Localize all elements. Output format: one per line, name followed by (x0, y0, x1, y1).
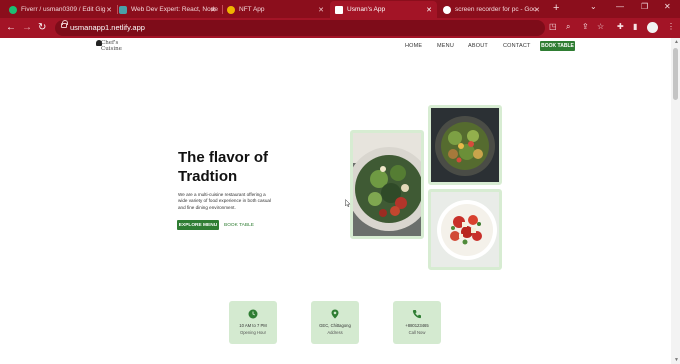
nav-book-table-button[interactable]: BOOK TABLE (540, 41, 575, 51)
nft-favicon-icon (227, 5, 235, 14)
hero-title-line-2: Tradtion (178, 168, 238, 185)
cast-icon[interactable]: ◳ (549, 22, 557, 31)
forward-icon[interactable]: → (22, 21, 32, 35)
close-tab-icon[interactable]: ✕ (534, 6, 540, 14)
close-tab-icon[interactable]: ✕ (318, 6, 324, 14)
new-tab-button[interactable]: + (553, 2, 559, 14)
tab-title: Usman's App (347, 6, 386, 13)
back-icon[interactable]: ← (6, 21, 16, 35)
minimize-icon[interactable]: — (616, 2, 624, 11)
salad-plate-image (350, 130, 424, 239)
address-bar[interactable]: usmanapp1.netlify.app (55, 20, 545, 36)
extensions-puzzle-icon[interactable]: ✚ (617, 22, 624, 31)
reload-icon[interactable]: ↻ (38, 21, 46, 35)
close-window-icon[interactable]: ✕ (664, 2, 671, 11)
tab-title: Fiverr / usman0309 / Edit Gig (21, 6, 106, 13)
web-dev-favicon-icon (119, 5, 127, 14)
logo-line-2: Cuisine (101, 46, 122, 52)
tab-nft-app[interactable]: NFT App ✕ (222, 1, 329, 18)
maximize-icon[interactable]: ❐ (641, 2, 648, 11)
opening-hours-value: 10 AM to 7 PM (239, 323, 267, 328)
tab-screen-recorder[interactable]: screen recorder for pc - Goo ✕ (438, 1, 545, 18)
bookmark-star-icon[interactable]: ☆ (597, 22, 604, 31)
tab-title: screen recorder for pc - Goo (455, 6, 537, 13)
url-text[interactable]: usmanapp1.netlify.app (70, 23, 145, 32)
clock-icon (248, 309, 258, 319)
address-value: GEC, Chittagong (319, 323, 351, 328)
site-logo[interactable]: Chef's Cuisine (96, 40, 130, 54)
page-scrollbar[interactable]: ▲ ▼ (671, 38, 680, 364)
profile-avatar[interactable] (647, 22, 658, 33)
nav-about[interactable]: ABOUT (468, 43, 488, 49)
explore-menu-button[interactable]: EXPLORE MENU (177, 220, 219, 230)
salad-bowl-image (428, 105, 502, 185)
scroll-up-icon[interactable]: ▲ (674, 39, 679, 45)
web-page: Chef's Cuisine HOME MENU ABOUT CONTACT B… (0, 38, 680, 364)
browser-tab-strip: Fiverr / usman0309 / Edit Gig ✕ Web Dev … (0, 0, 680, 18)
tab-search-icon[interactable]: ⌄ (590, 2, 597, 11)
scrollbar-thumb[interactable] (673, 48, 678, 100)
nav-home[interactable]: HOME (405, 43, 422, 49)
close-tab-icon[interactable]: ✕ (426, 6, 432, 14)
address-card: GEC, Chittagong Address (311, 301, 359, 344)
hero-title-line-1: The flavor of (178, 149, 269, 166)
browser-toolbar: ← → ↻ usmanapp1.netlify.app ◳ ⌕ ⇪ ☆ ✚ ▮ … (0, 18, 680, 38)
tomato-feta-salad-image (428, 189, 502, 270)
nav-menu[interactable]: MENU (437, 43, 454, 49)
fiverr-favicon-icon (9, 5, 17, 14)
mouse-cursor-icon (345, 199, 351, 207)
tab-usmans-app[interactable]: Usman's App ✕ (330, 1, 437, 18)
hero-title: The flavor of Tradtion (178, 148, 308, 186)
scroll-down-icon[interactable]: ▼ (674, 357, 679, 363)
phone-icon (412, 310, 421, 319)
close-tab-icon[interactable]: ✕ (106, 6, 112, 14)
opening-hours-label: Opening Hour (239, 330, 267, 335)
phone-value: +880123465 (405, 323, 429, 328)
tab-title: NFT App (239, 6, 265, 13)
netlify-favicon-icon (335, 5, 343, 14)
tab-title: Web Dev Expert: React, Node (131, 6, 218, 13)
lock-icon[interactable] (61, 20, 68, 28)
phone-label: Call Now (408, 330, 426, 335)
nav-contact[interactable]: CONTACT (503, 43, 531, 49)
more-menu-icon[interactable]: ⋮ (667, 22, 675, 31)
share-icon[interactable]: ⇪ (582, 22, 589, 31)
side-panel-icon[interactable]: ▮ (633, 22, 637, 31)
hero-description: We are a multi-cuisine restaurant offeri… (178, 192, 271, 210)
book-table-link[interactable]: BOOK TABLE (224, 223, 254, 228)
close-tab-icon[interactable]: ✕ (210, 6, 216, 14)
address-label: Address (327, 330, 343, 335)
call-now-card: +880123465 Call Now (393, 301, 441, 344)
tab-web-dev-expert[interactable]: Web Dev Expert: React, Node ✕ (114, 1, 221, 18)
location-pin-icon (331, 309, 339, 319)
opening-hours-card: 10 AM to 7 PM Opening Hour (229, 301, 277, 344)
logo-text: Chef's Cuisine (101, 40, 122, 52)
tab-fiverr[interactable]: Fiverr / usman0309 / Edit Gig ✕ (4, 1, 117, 18)
zoom-icon[interactable]: ⌕ (566, 22, 570, 32)
google-favicon-icon (443, 5, 451, 14)
